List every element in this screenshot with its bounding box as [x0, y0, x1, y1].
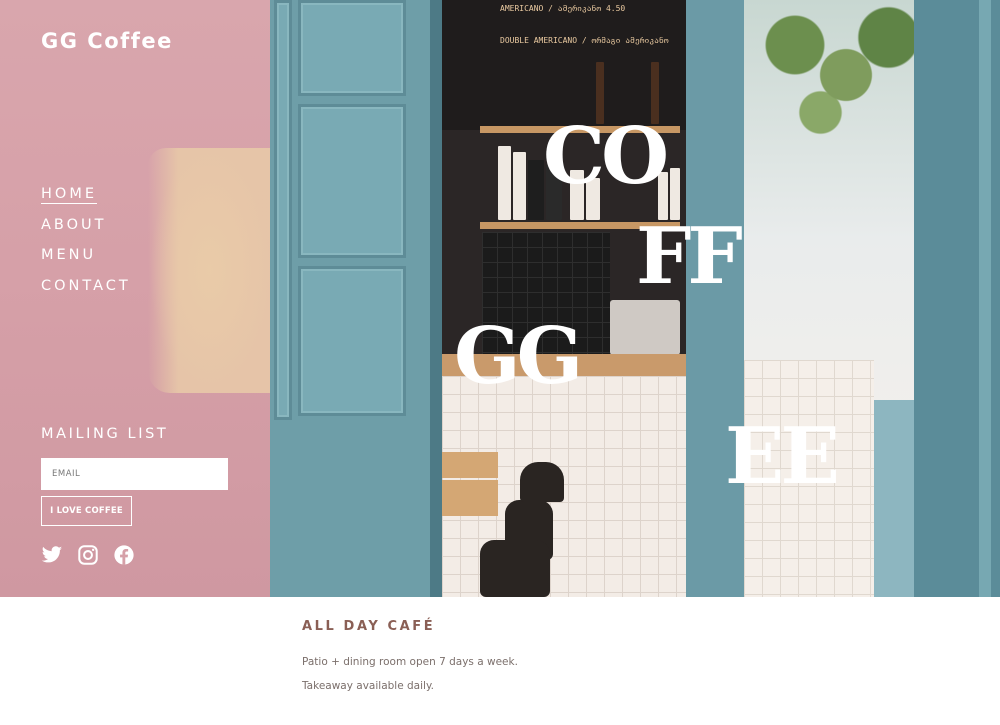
chalkboard-line: AMERICANO / ამერიკანო 4.50: [500, 4, 626, 13]
site-brand[interactable]: GG Coffee: [41, 29, 173, 53]
espresso-machine: [610, 300, 680, 355]
nav-item-label: HOME: [41, 186, 97, 204]
hours-text: Patio + dining room open 7 days a week.: [302, 656, 518, 668]
sidebar: GG Coffee HOME ABOUT MENU CONTACT MAILIN…: [0, 0, 270, 597]
main-nav: HOME ABOUT MENU CONTACT: [41, 185, 131, 307]
patio: [874, 400, 914, 597]
nav-item-label: ABOUT: [41, 216, 107, 233]
chalkboard-line: DOUBLE AMERICANO / ორმაგი ამერიკანო: [500, 36, 669, 45]
hero-letters-ee: EE: [725, 411, 840, 502]
hero-letters-co: CO: [543, 111, 669, 202]
takeaway-text: Takeaway available daily.: [302, 680, 435, 692]
hero-image: AMERICANO / ამერიკანო 4.50 DOUBLE AMERIC…: [270, 0, 1000, 597]
social-links: [41, 544, 135, 566]
nav-item-label: MENU: [41, 247, 97, 263]
facebook-icon[interactable]: [113, 544, 135, 566]
door-frame: [430, 0, 442, 597]
nav-item-menu[interactable]: MENU: [41, 246, 131, 277]
door-left: [270, 0, 442, 597]
main-content: ALL DAY CAFÉ Patio + dining room open 7 …: [302, 619, 518, 692]
mailing-list-title: MAILING LIST: [41, 426, 169, 442]
sidebar-texture: [148, 148, 270, 393]
instagram-icon[interactable]: [77, 544, 99, 566]
twitter-icon[interactable]: [41, 544, 63, 566]
nav-item-home[interactable]: HOME: [41, 185, 131, 216]
section-title: ALL DAY CAFÉ: [302, 619, 436, 634]
hero-letters-ff: FF: [636, 211, 743, 302]
tree-foliage: [744, 0, 914, 150]
nav-item-label: CONTACT: [41, 277, 131, 294]
door-far: [914, 0, 1000, 597]
hero-letters-gg: GG: [454, 311, 583, 402]
nav-item-about[interactable]: ABOUT: [41, 216, 131, 247]
subscribe-button[interactable]: I LOVE COFFEE: [41, 496, 132, 526]
email-field[interactable]: [41, 458, 228, 490]
nav-item-contact[interactable]: CONTACT: [41, 277, 131, 308]
